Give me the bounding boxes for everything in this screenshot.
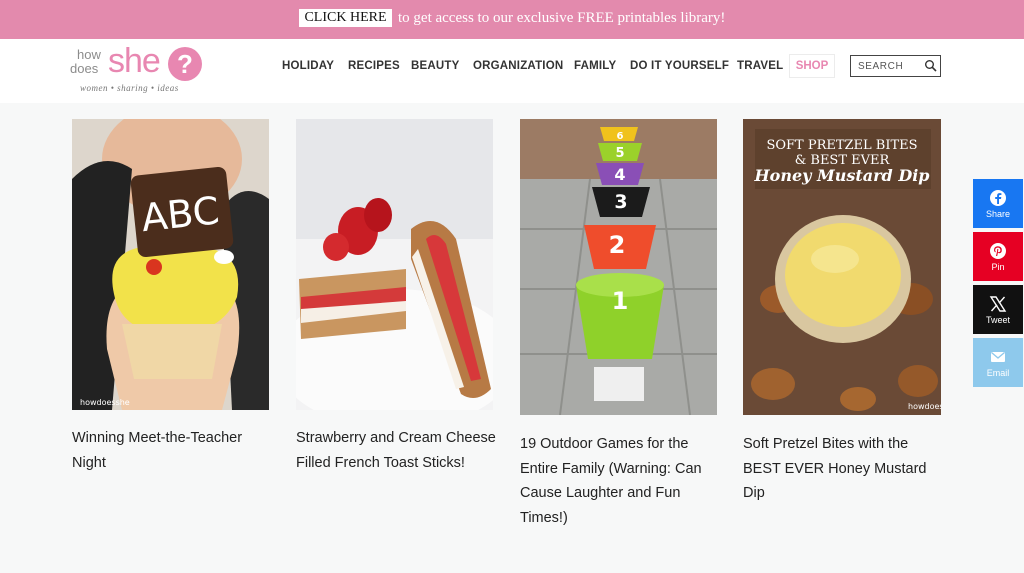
email-label: Email bbox=[986, 368, 1010, 378]
post-title-1[interactable]: Winning Meet-the-Teacher Night bbox=[72, 426, 272, 475]
pinterest-icon bbox=[990, 243, 1006, 259]
post-card-2[interactable]: Strawberry and Cream Cheese Filled Frenc… bbox=[296, 119, 496, 499]
nav-item-recipes[interactable]: RECIPES bbox=[348, 59, 400, 73]
pin-label: Pin bbox=[991, 262, 1005, 272]
nav-item-shop[interactable]: SHOP bbox=[789, 54, 835, 78]
post-card-1[interactable]: ABC howdoesshe Winning Meet-the-Teacher … bbox=[72, 119, 269, 479]
site-logo[interactable]: how does she ? women • sharing • ideas bbox=[70, 44, 210, 96]
logo-how: how bbox=[77, 47, 101, 62]
click-here-button[interactable]: CLICK HERE bbox=[299, 9, 392, 27]
post-image-3[interactable]: 6 5 4 3 2 1 bbox=[520, 119, 717, 415]
search-input[interactable] bbox=[851, 56, 921, 76]
bucket-number-6: 6 bbox=[617, 131, 624, 142]
bucket-number-3: 3 bbox=[614, 191, 627, 213]
abc-text: ABC bbox=[139, 188, 221, 240]
promo-bar: CLICK HERE to get access to our exclusiv… bbox=[0, 0, 1024, 39]
nav-item-beauty[interactable]: BEAUTY bbox=[411, 59, 459, 73]
post-image-2[interactable] bbox=[296, 119, 493, 410]
post-image-1[interactable]: ABC howdoesshe bbox=[72, 119, 269, 410]
post-title-2[interactable]: Strawberry and Cream Cheese Filled Frenc… bbox=[296, 426, 496, 475]
email-icon bbox=[991, 352, 1005, 362]
share-x-button[interactable]: Tweet bbox=[973, 285, 1023, 334]
promo-text: to get access to our exclusive FREE prin… bbox=[398, 10, 726, 26]
share-label: Share bbox=[985, 209, 1011, 219]
outdoor-games-photo: 6 5 4 3 2 1 bbox=[520, 119, 717, 415]
pretzel-dip-photo: SOFT PRETZEL BITES & BEST EVER Honey Mus… bbox=[743, 119, 941, 415]
facebook-icon bbox=[990, 190, 1006, 206]
nav-item-holiday[interactable]: HOLIDAY bbox=[282, 59, 334, 73]
image-caption-line-3: Honey Mustard Dip bbox=[754, 166, 930, 185]
post-title-4[interactable]: Soft Pretzel Bites with the BEST EVER Ho… bbox=[743, 432, 943, 506]
logo-tagline: women • sharing • ideas bbox=[80, 83, 179, 93]
logo-does: does bbox=[70, 61, 99, 76]
post-image-4[interactable]: SOFT PRETZEL BITES & BEST EVER Honey Mus… bbox=[743, 119, 941, 415]
search-icon[interactable] bbox=[924, 59, 938, 73]
x-icon bbox=[989, 296, 1007, 312]
nav-item-travel[interactable]: TRAVEL bbox=[737, 59, 783, 73]
bucket-number-2: 2 bbox=[609, 231, 626, 259]
bucket-number-5: 5 bbox=[615, 146, 624, 161]
share-pinterest-button[interactable]: Pin bbox=[973, 232, 1023, 281]
tweet-label: Tweet bbox=[985, 315, 1010, 325]
image-caption-line-1: SOFT PRETZEL BITES bbox=[766, 138, 917, 153]
post-card-4[interactable]: SOFT PRETZEL BITES & BEST EVER Honey Mus… bbox=[743, 119, 941, 519]
search-box bbox=[850, 55, 941, 77]
post-card-3[interactable]: 6 5 4 3 2 1 19 Outdoor Games for the Ent… bbox=[520, 119, 717, 539]
post-title-3[interactable]: 19 Outdoor Games for the Entire Family (… bbox=[520, 432, 720, 530]
french-toast-photo bbox=[296, 119, 493, 410]
cupcake-photo: ABC howdoesshe bbox=[72, 119, 269, 410]
share-email-button[interactable]: Email bbox=[973, 338, 1023, 387]
bucket-number-1: 1 bbox=[612, 287, 629, 315]
nav-item-do-it-yourself[interactable]: DO IT YOURSELF bbox=[630, 59, 729, 73]
nav-item-organization[interactable]: ORGANIZATION bbox=[473, 59, 563, 73]
image-watermark-1: howdoesshe bbox=[80, 398, 130, 407]
site-header: how does she ? women • sharing • ideas H… bbox=[0, 39, 1024, 103]
logo-question-mark: ? bbox=[168, 47, 202, 81]
share-facebook-button[interactable]: Share bbox=[973, 179, 1023, 228]
image-watermark-4: howdoesshe bbox=[908, 402, 941, 411]
bucket-number-4: 4 bbox=[614, 165, 625, 184]
logo-she: she bbox=[108, 42, 161, 80]
nav-item-family[interactable]: FAMILY bbox=[574, 59, 616, 73]
